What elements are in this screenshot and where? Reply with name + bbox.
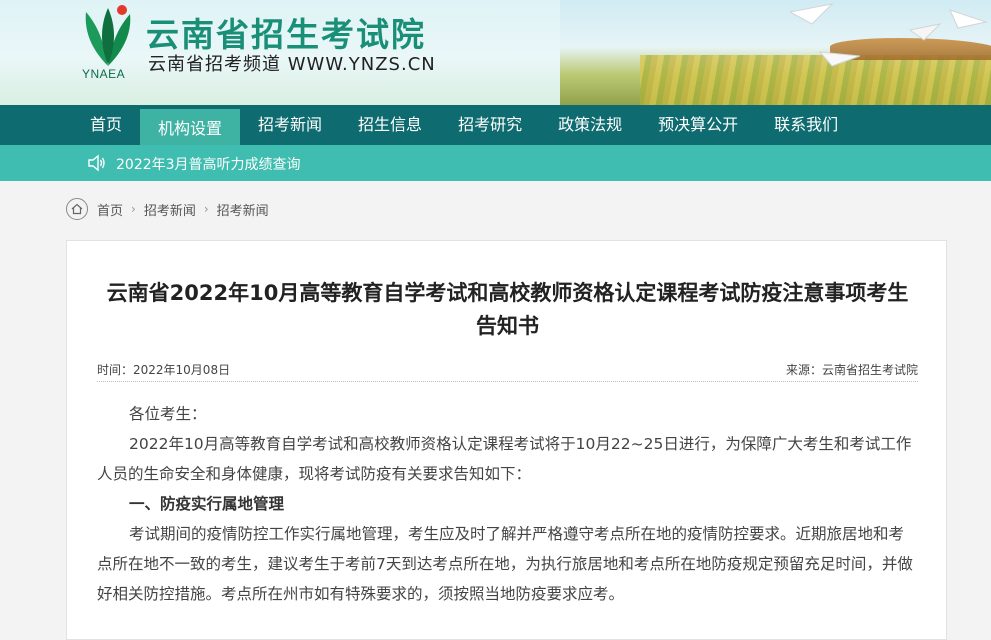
nav-label: 招考新闻: [258, 115, 323, 134]
nav-home[interactable]: 首页: [72, 105, 140, 145]
notice-bar: 2022年3月普高听力成绩查询: [0, 145, 991, 181]
nav-label: 预决算公开: [658, 115, 739, 134]
breadcrumb-home[interactable]: 首页: [97, 200, 123, 219]
article-meta: 时间：2022年10月08日 来源：云南省招生考试院: [97, 361, 918, 382]
breadcrumb: 首页 › 招考新闻 › 招考新闻: [66, 198, 269, 220]
nav-label: 机构设置: [158, 119, 223, 138]
site-subtitle: 云南省招考频道 WWW.YNZS.CN: [148, 54, 436, 75]
breadcrumb-current[interactable]: 招考新闻: [217, 200, 269, 219]
article-time: 时间：2022年10月08日: [97, 363, 231, 377]
chevron-right-icon: ›: [203, 202, 209, 216]
paragraph: 2022年10月高等教育自学考试和高校教师资格认定课程考试将于10月22~25日…: [97, 435, 912, 483]
nav-budget[interactable]: 预决算公开: [640, 105, 756, 145]
speaker-icon: [88, 154, 105, 172]
home-icon[interactable]: [66, 198, 88, 220]
breadcrumb-news[interactable]: 招考新闻: [144, 200, 196, 219]
section-heading: 一、防疫实行属地管理: [129, 495, 285, 513]
article-source: 来源：云南省招生考试院: [785, 363, 918, 377]
nav-label: 招考研究: [458, 115, 523, 134]
nav-policy[interactable]: 政策法规: [540, 105, 640, 145]
paragraph: 考试期间的疫情防控工作实行属地管理，考生应及时了解并严格遵守考点所在地的疫情防控…: [97, 525, 913, 603]
logo-icon: [85, 5, 131, 66]
nav-news[interactable]: 招考新闻: [240, 105, 340, 145]
nav-label: 联系我们: [774, 115, 839, 134]
nav-label: 政策法规: [558, 115, 623, 134]
article-body: 各位考生： 2022年10月高等教育自学考试和高校教师资格认定课程考试将于10月…: [97, 399, 918, 609]
nav-label: 招生信息: [358, 115, 423, 134]
main-nav: 首页 机构设置 招考新闻 招生信息 招考研究 政策法规 预决算公开 联系我们: [0, 105, 991, 145]
site-header: YNAEA 云南省招生考试院 云南省招考频道 WWW.YNZS.CN: [0, 0, 991, 105]
greeting-text: 各位考生：: [129, 405, 207, 423]
chevron-right-icon: ›: [131, 202, 136, 216]
nav-admission-info[interactable]: 招生信息: [340, 105, 440, 145]
nav-label: 首页: [90, 115, 123, 134]
nav-contact[interactable]: 联系我们: [756, 105, 856, 145]
nav-organization[interactable]: 机构设置: [140, 109, 241, 145]
site-title[interactable]: 云南省招生考试院: [146, 8, 426, 56]
notice-link[interactable]: 2022年3月普高听力成绩查询: [116, 154, 301, 174]
logo-text: YNAEA: [82, 67, 126, 81]
article-panel: 云南省2022年10月高等教育自学考试和高校教师资格认定课程考试防疫注意事项考生…: [66, 240, 947, 640]
paper-plane-icons: [790, 3, 988, 67]
article-title: 云南省2022年10月高等教育自学考试和高校教师资格认定课程考试防疫注意事项考生…: [106, 281, 909, 338]
nav-research[interactable]: 招考研究: [440, 105, 540, 145]
